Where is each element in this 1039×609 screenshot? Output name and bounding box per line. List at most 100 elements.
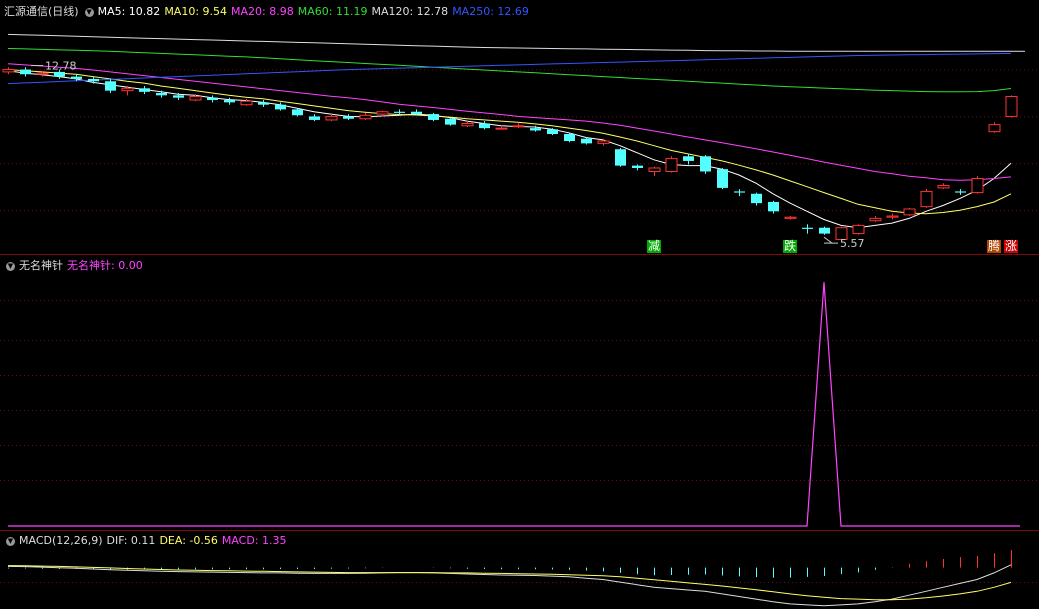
ma-legend-item: MA10: 9.54 — [164, 5, 228, 18]
candle-body-down — [717, 169, 728, 188]
candle-body-up — [886, 215, 899, 218]
candle-body-down — [394, 111, 405, 113]
candle-body-down — [632, 165, 643, 168]
candle-body-up — [597, 140, 610, 144]
indicator-value: 无名神针: 0.00 — [67, 259, 143, 272]
candle-body-up — [461, 122, 474, 127]
candle-body-down — [683, 156, 694, 161]
signal-marker: 涨 — [1004, 239, 1019, 253]
candle-body-down — [734, 191, 745, 193]
candle-body-up — [2, 69, 15, 73]
chevron-down-icon[interactable]: ▼ — [6, 536, 15, 546]
candle — [852, 224, 865, 235]
candle — [343, 114, 354, 120]
candle-body-up — [495, 127, 508, 130]
candle-body-up — [869, 217, 882, 222]
candle-body-up — [359, 114, 372, 120]
candle-body-down — [105, 81, 116, 91]
annotation-label: 5.57 — [840, 237, 865, 250]
candle — [207, 95, 218, 103]
panel-divider-1 — [0, 254, 1039, 255]
ma-legend-item: MA60: 11.19 — [297, 5, 368, 18]
candle-body-down — [139, 88, 150, 92]
candle — [512, 123, 525, 129]
candle-body-up — [1005, 96, 1018, 117]
annotation-label: 12.78 — [45, 60, 77, 73]
candle-body-down — [768, 201, 779, 212]
annotation-pointer — [823, 236, 833, 244]
candle-body-down — [819, 227, 830, 234]
macd-series — [7, 550, 1012, 607]
candle-body-down — [207, 97, 218, 101]
candle-body-up — [512, 125, 525, 128]
chevron-down-icon[interactable]: ▼ — [84, 7, 94, 17]
candle — [632, 164, 643, 171]
candle-body-up — [852, 224, 865, 235]
candle — [955, 189, 966, 195]
candle-body-up — [971, 178, 984, 194]
macd-name[interactable]: MACD(12,26,9) — [19, 534, 103, 547]
candle-body-down — [445, 118, 456, 125]
candle-body-down — [275, 104, 286, 110]
candle — [768, 200, 779, 214]
candle — [445, 117, 456, 126]
candle-body-down — [71, 76, 82, 79]
ma-legend-item: MA120: 12.78 — [371, 5, 449, 18]
ma-legend: MA5: 10.82 MA10: 9.54 MA20: 8.98 MA60: 11.1… — [98, 5, 533, 18]
candle-body-down — [88, 78, 99, 82]
candle — [20, 67, 31, 77]
candle-body-down — [700, 156, 711, 172]
candle — [105, 78, 116, 93]
ma-line-ma120 — [7, 33, 1011, 52]
candle-body-up — [240, 100, 253, 106]
candle — [258, 100, 269, 108]
candle-body-down — [530, 128, 541, 131]
candle-body-up — [784, 216, 797, 219]
chevron-down-icon[interactable]: ▼ — [6, 261, 15, 271]
chart-stage[interactable]: 12.78 5.57 汇源通信(日线) ▼ MA5: 10.82 MA10: 9.54 M… — [0, 0, 1039, 609]
candle-body-up — [189, 96, 202, 101]
candle-body-up — [665, 158, 678, 172]
candle-body-up — [988, 124, 1001, 133]
indicator-name[interactable]: 无名神针 — [19, 259, 63, 272]
candle-body-down — [547, 129, 558, 134]
candle-body-down — [428, 114, 439, 120]
candle-body-down — [564, 134, 575, 142]
candle-body-down — [479, 123, 490, 129]
candle — [700, 155, 711, 174]
signal-marker: 跌 — [783, 239, 798, 253]
ma-legend-item: MA5: 10.82 — [97, 5, 161, 18]
macd-value: MACD: 1.35 — [221, 534, 287, 547]
candle-body-down — [173, 95, 184, 98]
candle — [937, 183, 950, 190]
candle-body-down — [292, 109, 303, 116]
candle-body-up — [121, 87, 134, 92]
stock-title[interactable]: 汇源通信(日线) — [4, 5, 79, 18]
candle — [564, 132, 575, 143]
candle — [869, 216, 882, 222]
candle — [784, 216, 797, 220]
candle — [971, 176, 984, 194]
signal-marker: 腾 — [987, 239, 1002, 253]
candle — [903, 207, 916, 217]
chart-canvas[interactable]: 12.78 5.57 — [0, 0, 1039, 609]
ma-legend-item: MA250: 12.69 — [452, 5, 529, 18]
candle — [359, 112, 372, 120]
candle-body-up — [376, 111, 389, 115]
candle-body-down — [309, 116, 320, 120]
candle — [665, 156, 678, 173]
candle — [920, 189, 933, 208]
candle — [1005, 95, 1018, 118]
ma-line-ma250 — [7, 52, 1012, 85]
indicator-header: ▼ 无名神针 无名神针: 0.00 — [4, 257, 147, 273]
candle — [428, 112, 439, 122]
candle-body-down — [343, 116, 354, 119]
candle-body-down — [581, 138, 592, 144]
candle — [751, 192, 762, 206]
candle — [479, 121, 490, 130]
macd-dea: DEA: -0.56 — [159, 534, 218, 547]
candle — [819, 226, 830, 235]
candle — [802, 224, 813, 234]
candle-body-up — [903, 208, 916, 216]
indicator-line — [8, 282, 1020, 527]
